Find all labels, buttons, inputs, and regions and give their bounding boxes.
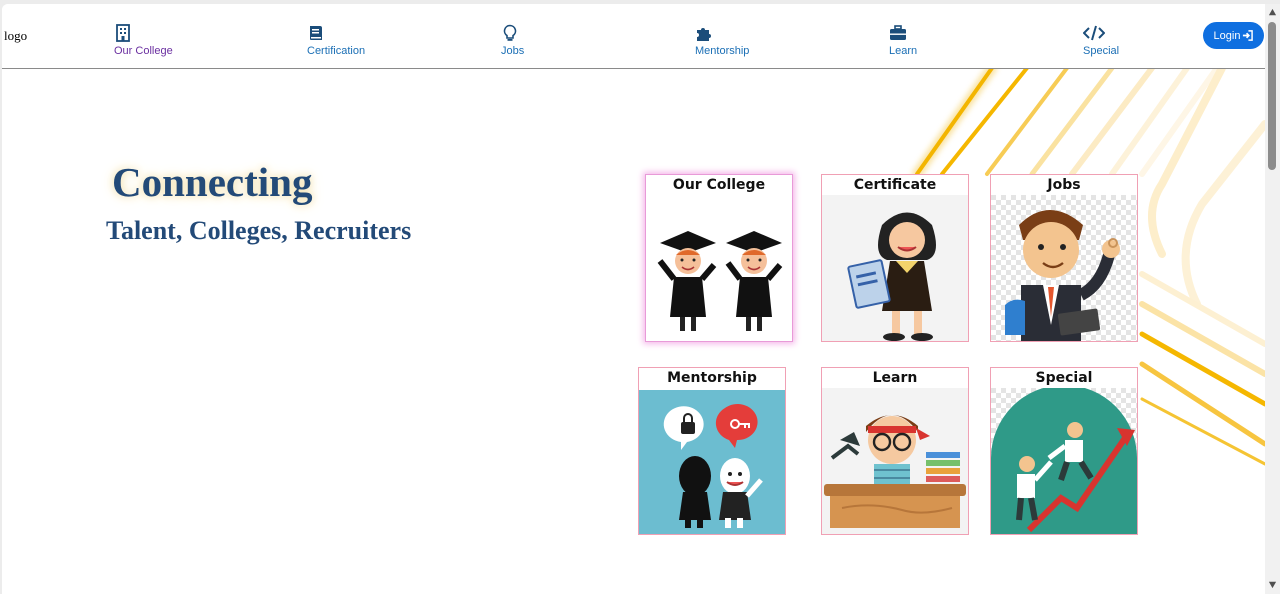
card-certificate[interactable]: Certificate	[821, 174, 969, 342]
scroll-thumb[interactable]	[1268, 22, 1276, 170]
card-title: Learn	[872, 370, 918, 386]
scroll-up-arrow-icon[interactable]	[1268, 8, 1277, 17]
building-icon	[116, 24, 130, 42]
graduates-illustration	[657, 231, 783, 331]
top-navbar: logo Our College Certification Jobs Ment…	[2, 4, 1265, 69]
nav-mentorship[interactable]: Mentorship	[695, 24, 749, 57]
nav-label: Our College	[114, 45, 173, 57]
code-icon	[1083, 25, 1105, 41]
nav-learn[interactable]: Learn	[889, 24, 917, 57]
card-title: Jobs	[1047, 177, 1081, 193]
login-button[interactable]: Login	[1203, 22, 1264, 49]
page: logo Our College Certification Jobs Ment…	[2, 4, 1265, 594]
card-mentorship[interactable]: Mentorship	[638, 367, 786, 535]
vertical-scrollbar[interactable]	[1265, 4, 1280, 594]
lightbulb-icon	[503, 24, 517, 41]
businessman-illustration	[991, 195, 1137, 341]
student-certificate-illustration	[822, 195, 968, 341]
helping-hand-illustration	[991, 388, 1137, 534]
hero-title: Connecting	[112, 159, 313, 205]
briefcase-icon	[890, 25, 906, 40]
hero-subtitle: Talent, Colleges, Recruiters	[106, 216, 412, 245]
logo[interactable]: logo	[4, 28, 27, 44]
card-jobs[interactable]: Jobs	[990, 174, 1138, 342]
nav-label: Mentorship	[695, 45, 750, 57]
puzzle-icon	[697, 28, 711, 41]
nav-label: Special	[1083, 45, 1120, 57]
nav-our-college[interactable]: Our College	[114, 24, 173, 57]
nav-jobs[interactable]: Jobs	[501, 24, 524, 57]
card-title: Mentorship	[667, 370, 757, 386]
book-icon	[310, 26, 322, 40]
nav-certification[interactable]: Certification	[307, 24, 365, 57]
login-label: Login	[1213, 29, 1241, 42]
learning-child-illustration	[822, 388, 968, 534]
nav-special[interactable]: Special	[1083, 24, 1119, 57]
nav-label: Jobs	[501, 45, 525, 57]
card-learn[interactable]: Learn	[821, 367, 969, 535]
card-our-college[interactable]: Our College	[645, 174, 793, 342]
card-title: Certificate	[853, 177, 937, 193]
scroll-down-arrow-icon[interactable]	[1268, 580, 1277, 589]
mentorship-illustration	[639, 390, 785, 534]
card-special[interactable]: Special	[990, 367, 1138, 535]
nav-label: Learn	[889, 45, 918, 57]
sign-in-icon	[1243, 30, 1254, 41]
card-title: Special	[1035, 370, 1093, 386]
nav-label: Certification	[307, 45, 366, 57]
card-title: Our College	[672, 177, 766, 193]
